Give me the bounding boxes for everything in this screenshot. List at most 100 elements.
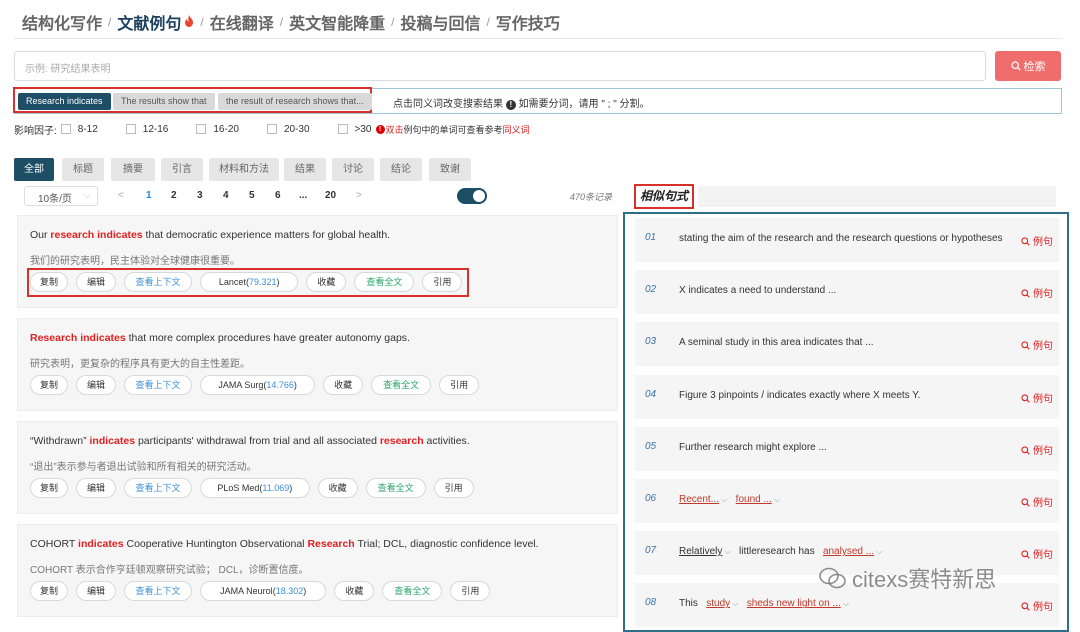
example-link[interactable]: 例句	[1021, 337, 1053, 352]
checkbox[interactable]	[196, 124, 207, 134]
edit-button[interactable]: 编辑	[76, 478, 116, 498]
example-link[interactable]: 例句	[1021, 598, 1053, 613]
example-link-label: 例句	[1033, 341, 1053, 353]
copy-button[interactable]: 复制	[30, 581, 68, 601]
example-link-label: 例句	[1033, 393, 1053, 405]
template-slot[interactable]: Relatively	[679, 546, 722, 557]
checkbox[interactable]	[266, 124, 277, 134]
nav-writing-tips[interactable]: 写作技巧	[496, 10, 560, 34]
tab-acknowledgement[interactable]: 致谢	[429, 158, 471, 181]
example-link[interactable]: 例句	[1021, 233, 1053, 248]
tab-introduction[interactable]: 引言	[161, 158, 203, 181]
checkbox[interactable]	[60, 124, 71, 134]
page-button[interactable]: 20	[325, 190, 336, 201]
synonym-chip[interactable]: Research indicates	[18, 93, 111, 110]
impact-option[interactable]: 12-16	[125, 124, 168, 135]
impact-option[interactable]: 8-12	[60, 124, 98, 135]
chevron-down-icon[interactable]: ⌵	[841, 599, 849, 608]
similar-item[interactable]: 03 A seminal study in this area indicates…	[635, 322, 1059, 367]
view-context-button[interactable]: 查看上下文	[124, 375, 192, 395]
nav-structured-writing[interactable]: 结构化写作	[22, 10, 102, 34]
nav-smart-rewrite[interactable]: 英文智能降重	[289, 10, 385, 34]
example-link[interactable]: 例句	[1021, 285, 1053, 300]
collect-button[interactable]: 收藏	[317, 478, 358, 498]
tab-title[interactable]: 标题	[62, 158, 104, 181]
page-button[interactable]: 1	[146, 190, 152, 201]
similar-item[interactable]: 05 Further research might explore ... 例句	[635, 426, 1059, 471]
template-slot[interactable]: analysed ...	[823, 546, 874, 557]
search-button-label: 检索	[1023, 61, 1046, 73]
sentence-text: littleresearch has	[739, 546, 815, 558]
view-fulltext-button[interactable]: 查看全文	[371, 375, 432, 395]
tab-discussion[interactable]: 讨论	[332, 158, 374, 181]
template-slot[interactable]: sheds new light on ...	[747, 598, 841, 609]
cite-button[interactable]: 引用	[433, 478, 474, 498]
chevron-down-icon[interactable]: ⌵	[772, 495, 780, 504]
similar-item[interactable]: 01 stating the aim of the research and th…	[635, 218, 1059, 262]
impact-option[interactable]: >30	[337, 124, 372, 135]
page-button[interactable]: 4	[223, 190, 229, 201]
impact-option[interactable]: 16-20	[196, 124, 239, 135]
impact-factor: 14.766	[266, 380, 294, 390]
chevron-down-icon[interactable]: ⌵	[722, 547, 731, 556]
template-slot[interactable]: study	[706, 598, 730, 609]
similar-sentence: Recent... ⌵ found ... ⌵	[679, 494, 788, 505]
template-slot[interactable]: found ...	[736, 494, 772, 505]
collect-button[interactable]: 收藏	[334, 581, 375, 601]
impact-note: ! 双击 例句中的单词可查看参考 同义词	[375, 123, 530, 136]
edit-button[interactable]: 编辑	[76, 581, 116, 601]
template-slot[interactable]: Recent...	[679, 494, 719, 505]
synonym-chip[interactable]: The results show that	[113, 93, 215, 110]
similar-item[interactable]: 02 X indicates a need to understand ... 例句	[635, 270, 1059, 315]
search-input[interactable]: 示例: 研究结果表明	[14, 51, 986, 81]
nav-submission-reply[interactable]: 投稿与回信	[400, 10, 480, 34]
tab-methods[interactable]: 材料和方法	[209, 158, 279, 181]
similar-item[interactable]: 06 Recent... ⌵ found ... ⌵ 例句	[635, 479, 1059, 523]
tab-results[interactable]: 结果	[284, 158, 326, 181]
journal-badge[interactable]: JAMA Surg(14.766)	[200, 375, 316, 395]
nav-online-translation[interactable]: 在线翻译	[210, 10, 274, 34]
copy-button[interactable]: 复制	[30, 478, 68, 498]
checkbox[interactable]	[125, 124, 136, 134]
per-page-select[interactable]: 10条/页 ⌵	[24, 186, 98, 206]
search-icon	[1021, 289, 1030, 298]
nav-separator: /	[391, 15, 395, 29]
example-link[interactable]: 例句	[1021, 494, 1053, 509]
wechat-icon	[819, 567, 846, 589]
edit-button[interactable]: 编辑	[76, 375, 116, 395]
page-button[interactable]: 5	[249, 190, 255, 201]
tab-conclusion[interactable]: 结论	[380, 158, 422, 181]
example-link[interactable]: 例句	[1021, 546, 1053, 561]
example-link[interactable]: 例句	[1021, 390, 1053, 405]
journal-badge[interactable]: PLoS Med(11.069)	[200, 478, 310, 498]
nav-literature-examples[interactable]: 文献例句	[117, 10, 181, 34]
example-link[interactable]: 例句	[1021, 442, 1053, 457]
view-fulltext-button[interactable]: 查看全文	[382, 581, 443, 601]
similar-item[interactable]: 04 Figure 3 pinpoints / indicates exactly…	[635, 374, 1059, 419]
journal-badge[interactable]: JAMA Neurol(18.302)	[200, 581, 327, 601]
view-context-button[interactable]: 查看上下文	[124, 478, 192, 498]
cite-button[interactable]: 引用	[439, 375, 480, 395]
translation-toggle[interactable]	[457, 188, 487, 204]
page-ellipsis: ...	[299, 190, 308, 201]
view-fulltext-button[interactable]: 查看全文	[365, 478, 426, 498]
tab-abstract[interactable]: 摘要	[111, 158, 155, 181]
view-context-button[interactable]: 查看上下文	[124, 581, 192, 601]
impact-option[interactable]: 20-30	[266, 124, 310, 135]
checkbox[interactable]	[337, 124, 348, 134]
search-button[interactable]: 检索	[995, 51, 1061, 81]
page-button[interactable]: 2	[171, 190, 177, 201]
page-button[interactable]: 3	[197, 190, 203, 201]
cite-button[interactable]: 引用	[450, 581, 491, 601]
copy-button[interactable]: 复制	[30, 375, 68, 395]
prev-page-button[interactable]: <	[118, 190, 124, 201]
collect-button[interactable]: 收藏	[323, 375, 364, 395]
tab-all[interactable]: 全部	[14, 158, 54, 181]
next-page-button[interactable]: >	[356, 190, 362, 201]
page-button[interactable]: 6	[275, 190, 281, 201]
synonym-chip[interactable]: the result of research shows that...	[218, 93, 372, 110]
sentence-text: This	[679, 598, 698, 610]
